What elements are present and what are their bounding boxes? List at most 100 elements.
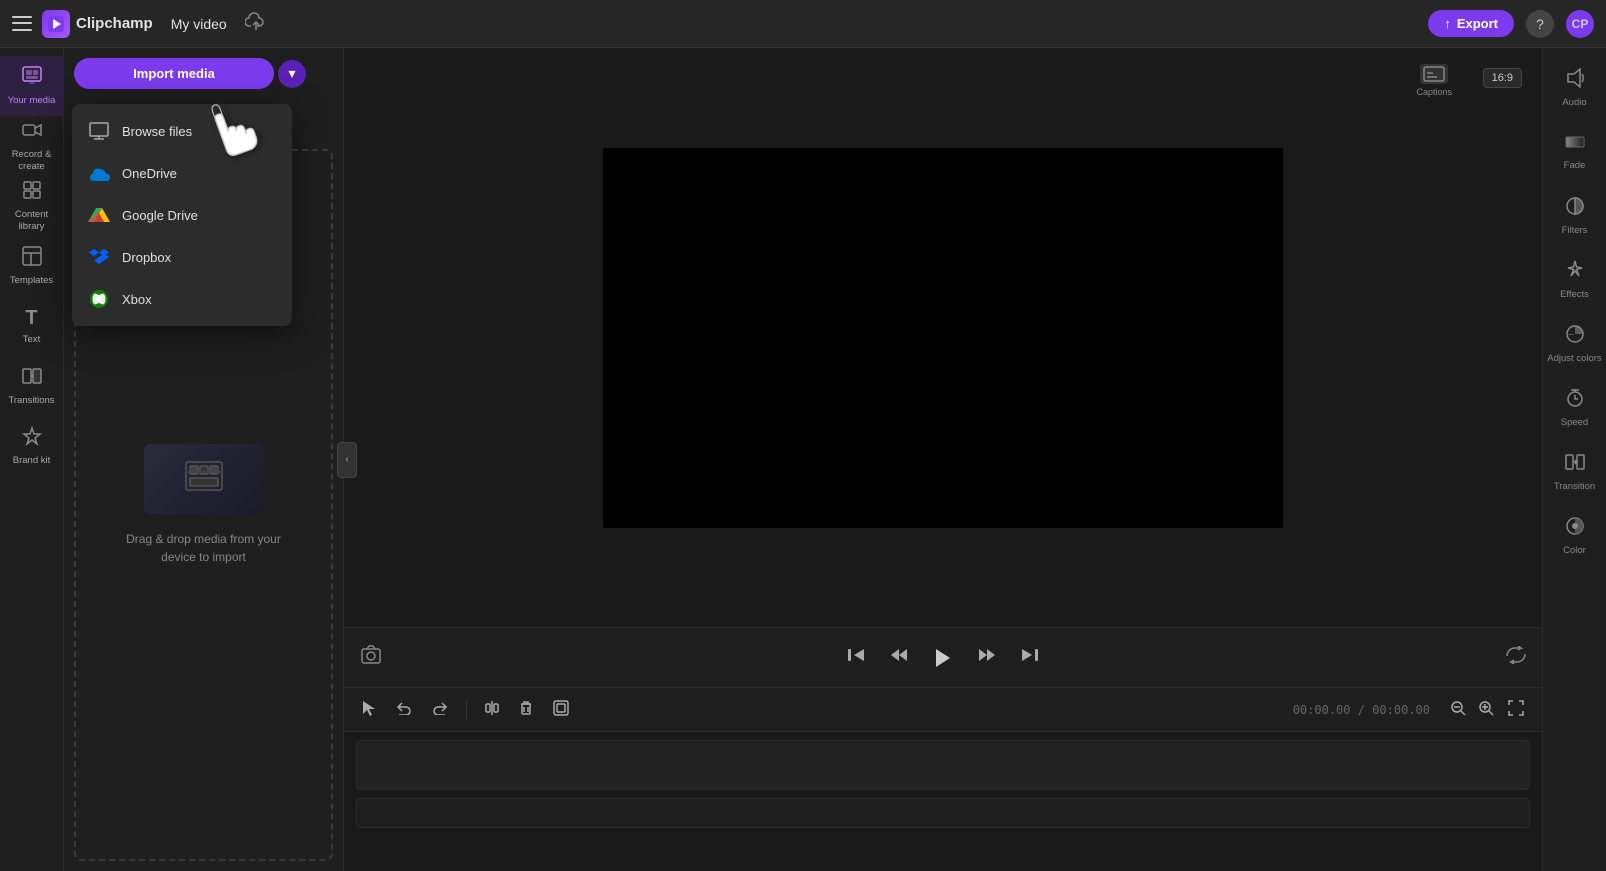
export-button[interactable]: ↑ Export	[1428, 10, 1514, 37]
right-sidebar-color[interactable]: Color	[1543, 504, 1606, 568]
pointer-tool-button[interactable]	[356, 696, 382, 724]
captions-icon	[1420, 64, 1448, 84]
user-avatar[interactable]: CP	[1566, 10, 1594, 38]
help-button[interactable]: ?	[1526, 10, 1554, 38]
panel-collapse-button[interactable]: ‹	[337, 442, 357, 478]
play-button[interactable]	[927, 642, 959, 674]
sidebar-item-transitions[interactable]: Transitions	[0, 356, 64, 416]
zoom-out-button[interactable]	[1446, 698, 1470, 721]
video-title-input[interactable]: My video	[163, 12, 235, 36]
dropdown-item-google-drive[interactable]: Google Drive	[72, 194, 292, 236]
filters-icon	[1565, 196, 1585, 221]
brand-kit-icon	[22, 426, 42, 451]
speed-label: Speed	[1561, 417, 1588, 428]
app-name: Clipchamp	[76, 15, 153, 32]
topbar: Clipchamp My video ↑ Export ? CP	[0, 0, 1606, 48]
sidebar-item-record-create[interactable]: Record & create	[0, 116, 64, 176]
redo-button[interactable]	[426, 697, 454, 723]
your-media-icon	[22, 66, 42, 91]
brand-kit-label: Brand kit	[13, 455, 51, 466]
record-label: Record & create	[12, 149, 52, 172]
dropbox-icon	[88, 246, 110, 268]
fade-icon	[1565, 133, 1585, 156]
transition-icon	[1565, 452, 1585, 477]
loop-button[interactable]	[1506, 646, 1526, 669]
xbox-icon	[88, 288, 110, 310]
dropdown-item-xbox[interactable]: Xbox	[72, 278, 292, 320]
google-drive-label: Google Drive	[122, 208, 198, 223]
topbar-left: Clipchamp My video	[12, 10, 1416, 38]
media-placeholder-thumbnail	[144, 444, 264, 514]
timeline-video-track	[356, 740, 1530, 790]
filters-label: Filters	[1562, 225, 1588, 236]
playback-bar	[344, 627, 1542, 687]
captions-button[interactable]: Captions	[1416, 64, 1452, 97]
effects-icon	[1565, 260, 1585, 285]
color-label: Color	[1563, 545, 1586, 556]
adjust-colors-label: Adjust colors	[1547, 353, 1601, 364]
sidebar-item-brand-kit[interactable]: Brand kit	[0, 416, 64, 476]
screenshot-button[interactable]	[360, 645, 382, 670]
dropdown-item-browse-files[interactable]: Browse files	[72, 110, 292, 152]
google-drive-icon	[88, 204, 110, 226]
dropbox-label: Dropbox	[122, 250, 171, 265]
cloud-save-icon[interactable]	[245, 12, 267, 35]
zoom-in-button[interactable]	[1474, 698, 1498, 721]
delete-button[interactable]	[513, 696, 539, 724]
color-icon	[1565, 516, 1585, 541]
sidebar-item-templates[interactable]: Templates	[0, 236, 64, 296]
skip-back-button[interactable]	[843, 642, 869, 673]
right-sidebar-audio[interactable]: Audio	[1543, 56, 1606, 120]
import-dropdown-menu: Browse files OneDrive	[72, 104, 292, 326]
export-icon: ↑	[1444, 16, 1451, 31]
sidebar-item-your-media[interactable]: Your media	[0, 56, 64, 116]
browse-files-icon	[88, 120, 110, 142]
right-sidebar-filters[interactable]: Filters	[1543, 184, 1606, 248]
timeline-audio-track	[356, 798, 1530, 828]
import-media-button[interactable]: Import media	[74, 58, 274, 89]
timeline-time-display: 00:00.00 / 00:00.00	[1293, 703, 1430, 717]
right-sidebar-speed[interactable]: Speed	[1543, 376, 1606, 440]
captions-label: Captions	[1416, 87, 1452, 97]
right-sidebar-transition[interactable]: Transition	[1543, 440, 1606, 504]
right-sidebar-fade[interactable]: Fade	[1543, 120, 1606, 184]
undo-button[interactable]	[390, 697, 418, 723]
video-canvas	[603, 148, 1283, 528]
hamburger-icon[interactable]	[12, 14, 32, 34]
text-label: Text	[23, 334, 40, 345]
toolbar-separator-1	[466, 700, 467, 720]
zoom-controls	[1446, 698, 1530, 721]
fade-label: Fade	[1564, 160, 1586, 171]
fit-timeline-button[interactable]	[1502, 698, 1530, 721]
templates-label: Templates	[10, 275, 53, 286]
timeline-area[interactable]	[344, 731, 1542, 871]
sidebar-item-content-library[interactable]: Content library	[0, 176, 64, 236]
split-button[interactable]	[479, 696, 505, 724]
skip-forward-button[interactable]	[1017, 642, 1043, 673]
xbox-label: Xbox	[122, 292, 152, 307]
sidebar-item-text[interactable]: T Text	[0, 296, 64, 356]
import-row: Import media ▾	[74, 58, 333, 89]
record-icon	[22, 120, 42, 145]
media-panel: Import media ▾ Browse files	[64, 48, 344, 871]
fit-to-frame-button[interactable]	[547, 696, 575, 724]
topbar-right: ↑ Export ? CP	[1428, 10, 1594, 38]
rewind-button[interactable]	[885, 642, 911, 673]
audio-icon	[1566, 68, 1584, 93]
import-dropdown-toggle[interactable]: ▾	[278, 60, 306, 88]
onedrive-icon	[88, 162, 110, 184]
drag-drop-label: Drag & drop media from your device to im…	[124, 530, 284, 566]
right-sidebar: Audio Fade	[1542, 48, 1606, 871]
dropdown-item-dropbox[interactable]: Dropbox	[72, 236, 292, 278]
transitions-label: Transitions	[8, 395, 54, 406]
right-sidebar-effects[interactable]: Effects	[1543, 248, 1606, 312]
logo-area: Clipchamp	[42, 10, 153, 38]
transitions-icon	[22, 366, 42, 391]
video-preview-area: Captions 16:9	[344, 48, 1542, 627]
timeline-toolbar: 00:00.00 / 00:00.00	[344, 687, 1542, 731]
text-icon: T	[25, 307, 37, 330]
dropdown-item-onedrive[interactable]: OneDrive	[72, 152, 292, 194]
aspect-ratio-badge[interactable]: 16:9	[1483, 68, 1522, 88]
fast-forward-button[interactable]	[975, 642, 1001, 673]
right-sidebar-adjust-colors[interactable]: Adjust colors	[1543, 312, 1606, 376]
